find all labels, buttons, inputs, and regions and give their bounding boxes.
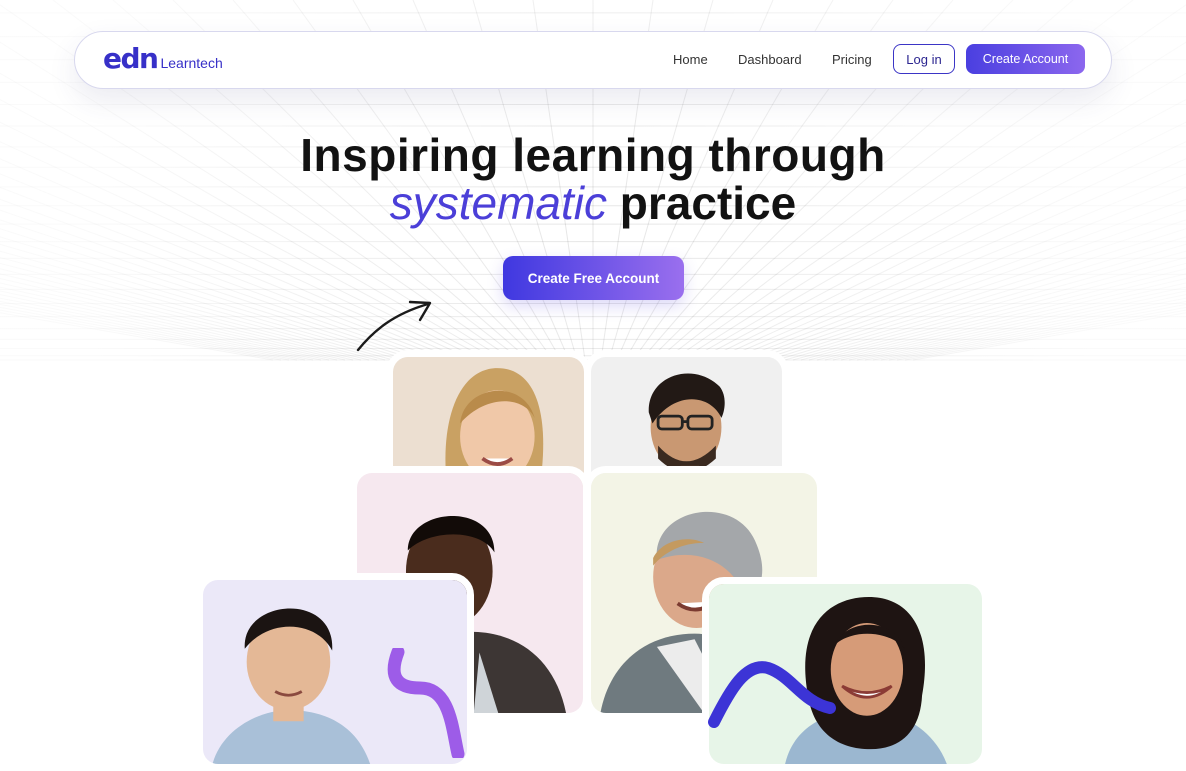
nav-home-link[interactable]: Home bbox=[673, 52, 708, 67]
hero-accent-word: systematic bbox=[389, 177, 608, 229]
create-account-button[interactable]: Create Account bbox=[966, 44, 1085, 74]
hero-headline-rest: practice bbox=[619, 177, 797, 229]
hero-headline-line2: systematic practice bbox=[0, 176, 1186, 230]
brand-logo[interactable]: edn Learntech bbox=[103, 42, 223, 75]
logo-mark: edn bbox=[103, 42, 159, 75]
blue-wave-icon bbox=[708, 661, 836, 728]
curved-arrow-icon bbox=[356, 300, 432, 352]
login-button[interactable]: Log in bbox=[893, 44, 955, 74]
nav-pricing-link[interactable]: Pricing bbox=[832, 52, 872, 67]
logo-text: Learntech bbox=[160, 55, 223, 71]
top-navbar: edn Learntech Home Dashboard Pricing Log… bbox=[74, 31, 1112, 89]
hero-headline-line1: Inspiring learning through bbox=[300, 129, 886, 181]
purple-squiggle-icon bbox=[387, 648, 465, 758]
nav-dashboard-link[interactable]: Dashboard bbox=[738, 52, 802, 67]
create-free-account-button[interactable]: Create Free Account bbox=[503, 256, 684, 300]
